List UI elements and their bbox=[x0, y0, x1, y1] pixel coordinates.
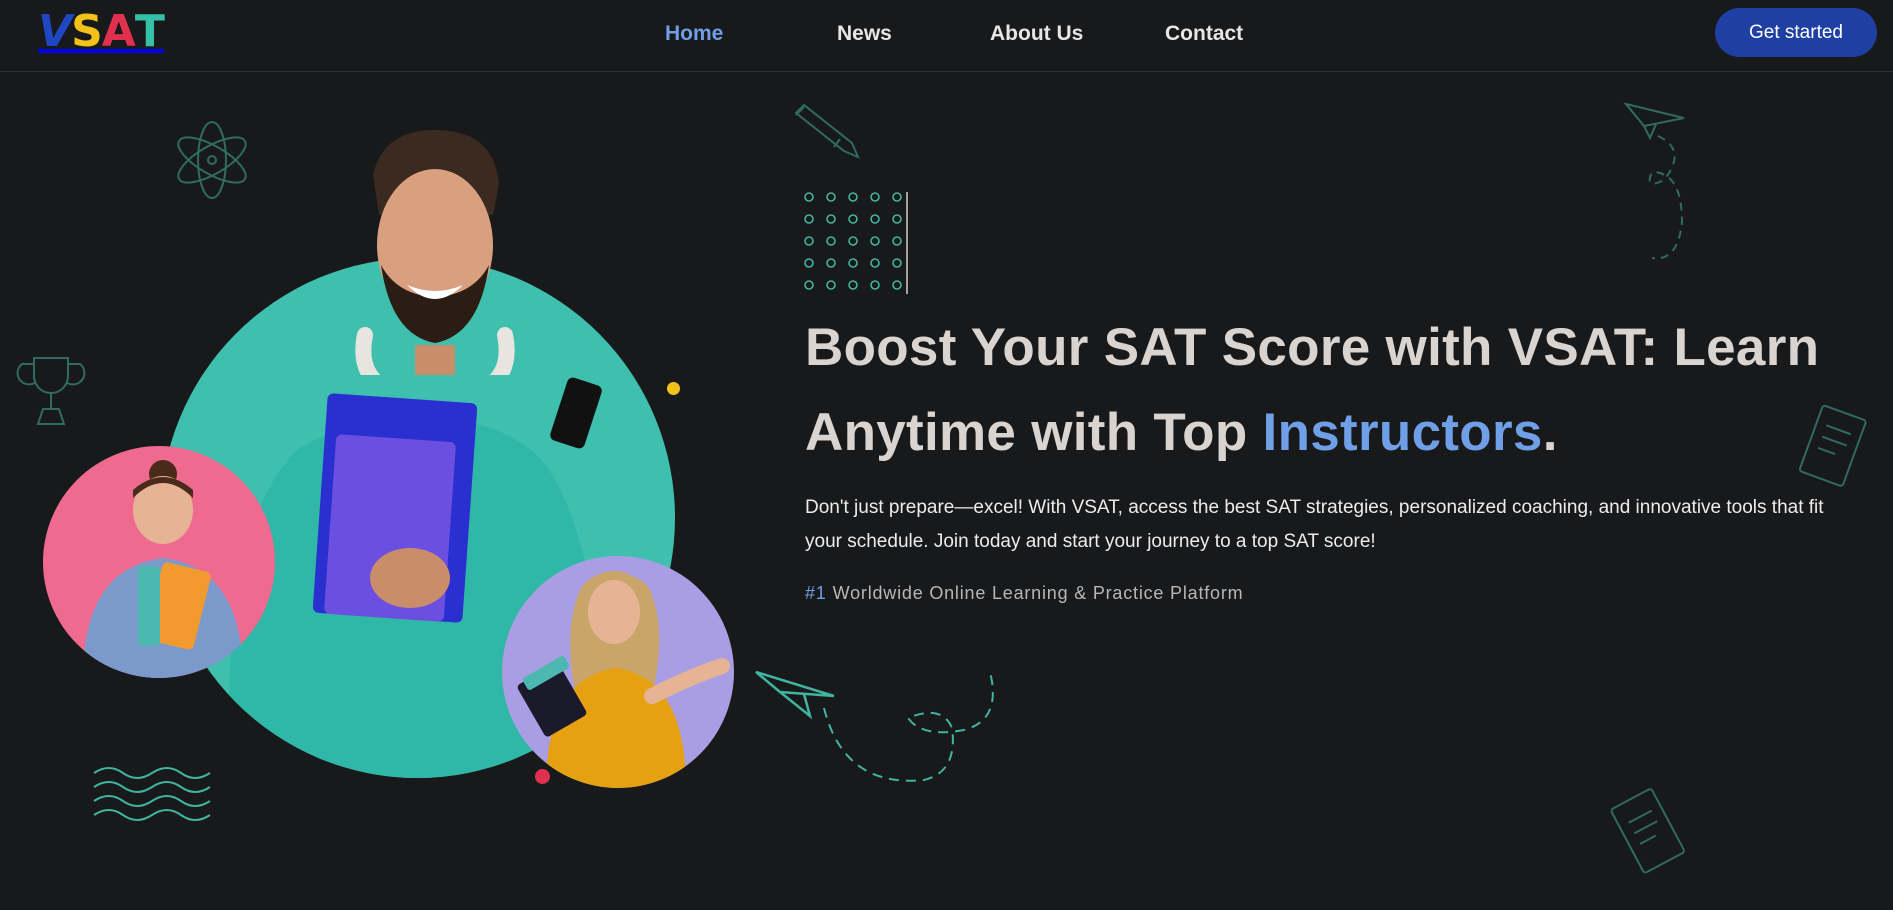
nav-news[interactable]: News bbox=[837, 22, 892, 46]
hero-title-accent: Instructors bbox=[1262, 403, 1543, 462]
nav-home[interactable]: Home bbox=[665, 22, 723, 46]
paper-plane-icon bbox=[1623, 102, 1685, 260]
girl-with-books-illustration bbox=[517, 571, 730, 788]
document-icon bbox=[1610, 788, 1685, 874]
nav-about-us[interactable]: About Us bbox=[990, 22, 1083, 46]
man-head-illustration bbox=[355, 130, 515, 375]
girl-with-folders-illustration bbox=[83, 460, 243, 678]
tagline-text: Worldwide Online Learning & Practice Pla… bbox=[832, 583, 1244, 603]
wave-lines-icon bbox=[93, 767, 211, 821]
logo-letter-v: V bbox=[38, 6, 72, 57]
atom-icon bbox=[177, 121, 247, 199]
get-started-button[interactable]: Get started bbox=[1715, 8, 1877, 57]
hero-description: Don't just prepare—excel! With VSAT, acc… bbox=[805, 497, 1824, 552]
trophy-icon bbox=[16, 357, 86, 425]
nav-contact[interactable]: Contact bbox=[1165, 22, 1243, 46]
dot-grid-icon bbox=[804, 192, 908, 294]
logo-letter-s: S bbox=[71, 6, 103, 57]
student-girl-photo-right bbox=[502, 556, 734, 788]
hero-title: Boost Your SAT Score with VSAT: Learn An… bbox=[805, 305, 1865, 475]
yellow-dot bbox=[667, 382, 680, 395]
vsat-logo[interactable]: V S A T bbox=[38, 6, 165, 57]
logo-letter-t: T bbox=[134, 6, 165, 57]
rank-badge: #1 bbox=[805, 583, 827, 603]
site-header: V S A T Home News About Us Contact Get s… bbox=[0, 0, 1893, 72]
red-dot bbox=[535, 769, 550, 784]
student-girl-photo-left bbox=[43, 446, 275, 678]
paper-plane-icon bbox=[755, 670, 994, 782]
logo-letter-a: A bbox=[101, 6, 136, 57]
hero-tagline: #1 Worldwide Online Learning & Practice P… bbox=[805, 583, 1243, 604]
hero-title-end: . bbox=[1542, 403, 1558, 462]
pencil-rocket-icon bbox=[794, 103, 860, 159]
